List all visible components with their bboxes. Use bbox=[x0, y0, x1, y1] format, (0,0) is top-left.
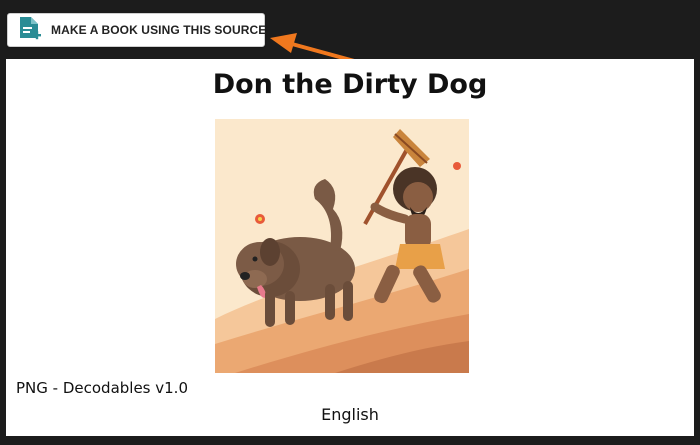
book-title: Don the Dirty Dog bbox=[212, 69, 488, 100]
book-source-label: PNG - Decodables v1.0 bbox=[16, 379, 188, 397]
book-card[interactable]: Don the Dirty Dog PNG - Decodables v1.0 … bbox=[6, 59, 694, 436]
book-language-label: English bbox=[321, 405, 379, 424]
book-cover-image[interactable] bbox=[215, 119, 469, 373]
make-book-label: MAKE A BOOK USING THIS SOURCE bbox=[51, 23, 267, 37]
add-document-icon bbox=[18, 15, 42, 45]
make-book-button[interactable]: MAKE A BOOK USING THIS SOURCE bbox=[7, 13, 267, 47]
